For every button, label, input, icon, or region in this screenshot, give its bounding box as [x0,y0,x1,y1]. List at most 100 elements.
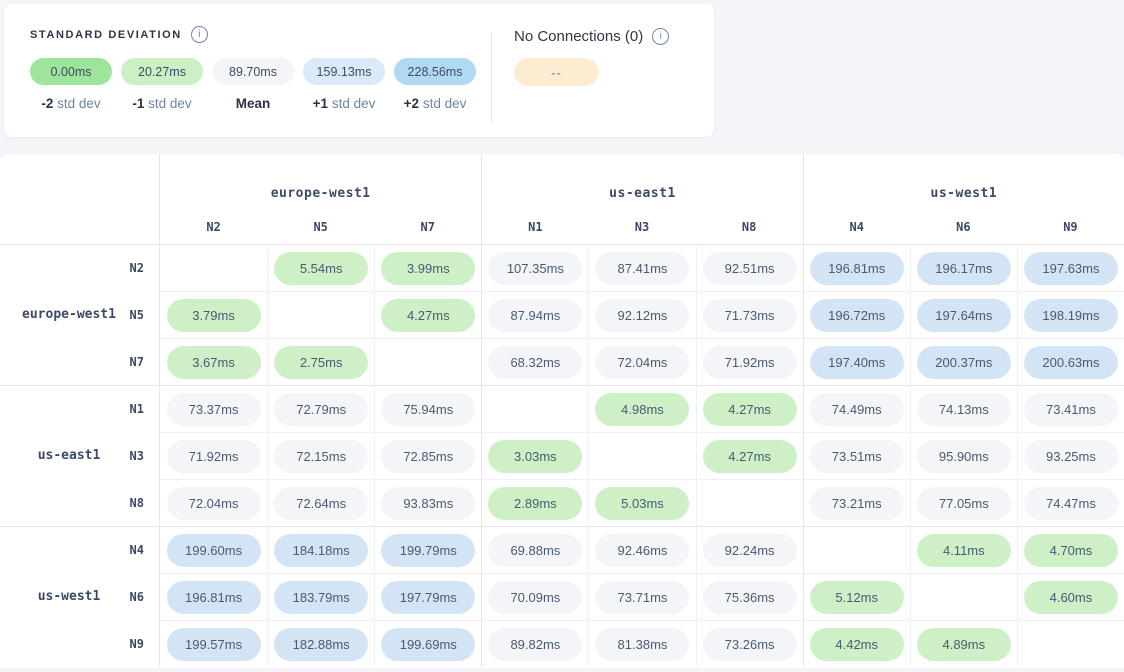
latency-value-pill: 182.88ms [274,628,368,661]
column-node-header: N2 [160,210,267,244]
no-connections-title-row: No Connections (0) i [514,28,669,45]
legend-pill: 20.27ms [121,58,203,85]
latency-value-pill: 72.85ms [381,440,475,473]
latency-cell: 199.79ms [374,526,481,573]
latency-value-pill: 197.64ms [917,299,1011,332]
latency-matrix-card: europe-west1us-east1us-west1N2N5N7N1N3N8… [0,154,1124,668]
legend-labels-row: -2 std dev-1 std devMean+1 std dev+2 std… [30,96,485,111]
latency-cell: 72.15ms [267,432,374,479]
latency-cell [267,291,374,338]
matrix-corner-cell [0,154,160,244]
column-node-header: N8 [696,210,803,244]
latency-cell: 87.94ms [481,291,588,338]
latency-value-pill: 77.05ms [917,487,1011,520]
column-node-header: N6 [910,210,1017,244]
row-label-cell: N8 [0,479,160,526]
latency-value-pill: 4.27ms [703,393,797,426]
latency-value-pill: 70.09ms [488,581,582,614]
column-group-header: us-east1 [481,154,802,210]
latency-cell: 70.09ms [481,573,588,620]
latency-cell: 2.75ms [267,338,374,385]
latency-cell: 71.73ms [696,291,803,338]
latency-cell: 4.42ms [803,620,910,667]
latency-value-pill: 196.81ms [167,581,261,614]
latency-value-pill: 2.75ms [274,346,368,379]
latency-cell [803,526,910,573]
latency-value-pill: 5.54ms [274,252,368,285]
row-label-cell: N7 [0,338,160,385]
latency-value-pill: 72.15ms [274,440,368,473]
latency-cell: 3.99ms [374,244,481,291]
latency-value-pill: 4.70ms [1024,534,1118,567]
latency-cell: 196.81ms [160,573,267,620]
latency-value-pill: 197.63ms [1024,252,1118,285]
row-label-cell: N4 [0,526,160,573]
latency-cell: 73.37ms [160,385,267,432]
latency-value-pill: 5.12ms [810,581,904,614]
latency-cell: 184.18ms [267,526,374,573]
latency-cell: 196.17ms [910,244,1017,291]
latency-cell: 3.79ms [160,291,267,338]
latency-cell: 197.79ms [374,573,481,620]
latency-cell: 93.83ms [374,479,481,526]
latency-value-pill: 4.89ms [917,628,1011,661]
latency-cell: 75.94ms [374,385,481,432]
column-node-header: N7 [374,210,481,244]
row-node-label: N1 [124,402,159,416]
latency-value-pill: 93.25ms [1024,440,1118,473]
latency-cell: 4.98ms [588,385,695,432]
column-node-header: N1 [481,210,588,244]
info-icon[interactable]: i [652,28,669,45]
latency-cell: 72.79ms [267,385,374,432]
legend-pill: 0.00ms [30,58,112,85]
latency-value-pill: 199.57ms [167,628,261,661]
latency-value-pill: 73.37ms [167,393,261,426]
latency-value-pill: 92.51ms [703,252,797,285]
latency-value-pill: 197.40ms [810,346,904,379]
latency-cell: 200.37ms [910,338,1017,385]
latency-value-pill: 95.90ms [917,440,1011,473]
latency-value-pill: 196.81ms [810,252,904,285]
latency-cell: 87.41ms [588,244,695,291]
latency-value-pill: 74.13ms [917,393,1011,426]
latency-value-pill: 200.63ms [1024,346,1118,379]
column-node-header: N9 [1017,210,1124,244]
latency-value-pill: 73.51ms [810,440,904,473]
latency-cell: 71.92ms [696,338,803,385]
latency-cell: 92.51ms [696,244,803,291]
column-node-header: N3 [588,210,695,244]
latency-value-pill: 183.79ms [274,581,368,614]
latency-cell: 199.57ms [160,620,267,667]
latency-cell: 77.05ms [910,479,1017,526]
info-icon[interactable]: i [191,26,208,43]
latency-cell: 4.27ms [374,291,481,338]
latency-value-pill: 75.94ms [381,393,475,426]
latency-cell: 73.71ms [588,573,695,620]
latency-cell: 5.12ms [803,573,910,620]
no-connections-pill: -- [514,58,599,86]
latency-matrix: europe-west1us-east1us-west1N2N5N7N1N3N8… [0,154,1124,667]
latency-cell: 196.81ms [803,244,910,291]
legend-label: Mean [212,96,294,111]
no-connections-title: No Connections (0) [514,28,643,45]
latency-cell: 93.25ms [1017,432,1124,479]
column-group-header: europe-west1 [160,154,481,210]
latency-cell: 81.38ms [588,620,695,667]
latency-cell: 3.03ms [481,432,588,479]
latency-value-pill: 4.27ms [703,440,797,473]
row-label-cell: N2 [0,244,160,291]
latency-cell: 73.26ms [696,620,803,667]
latency-cell: 2.89ms [481,479,588,526]
latency-cell: 200.63ms [1017,338,1124,385]
legend-pills-row: 0.00ms20.27ms89.70ms159.13ms228.56ms [30,58,485,85]
latency-value-pill: 3.99ms [381,252,475,285]
latency-value-pill: 4.11ms [917,534,1011,567]
latency-value-pill: 4.60ms [1024,581,1118,614]
row-node-label: N5 [124,308,159,322]
latency-cell: 5.54ms [267,244,374,291]
latency-cell: 95.90ms [910,432,1017,479]
latency-value-pill: 72.79ms [274,393,368,426]
latency-value-pill: 71.73ms [703,299,797,332]
latency-value-pill: 3.79ms [167,299,261,332]
latency-value-pill: 87.41ms [595,252,689,285]
